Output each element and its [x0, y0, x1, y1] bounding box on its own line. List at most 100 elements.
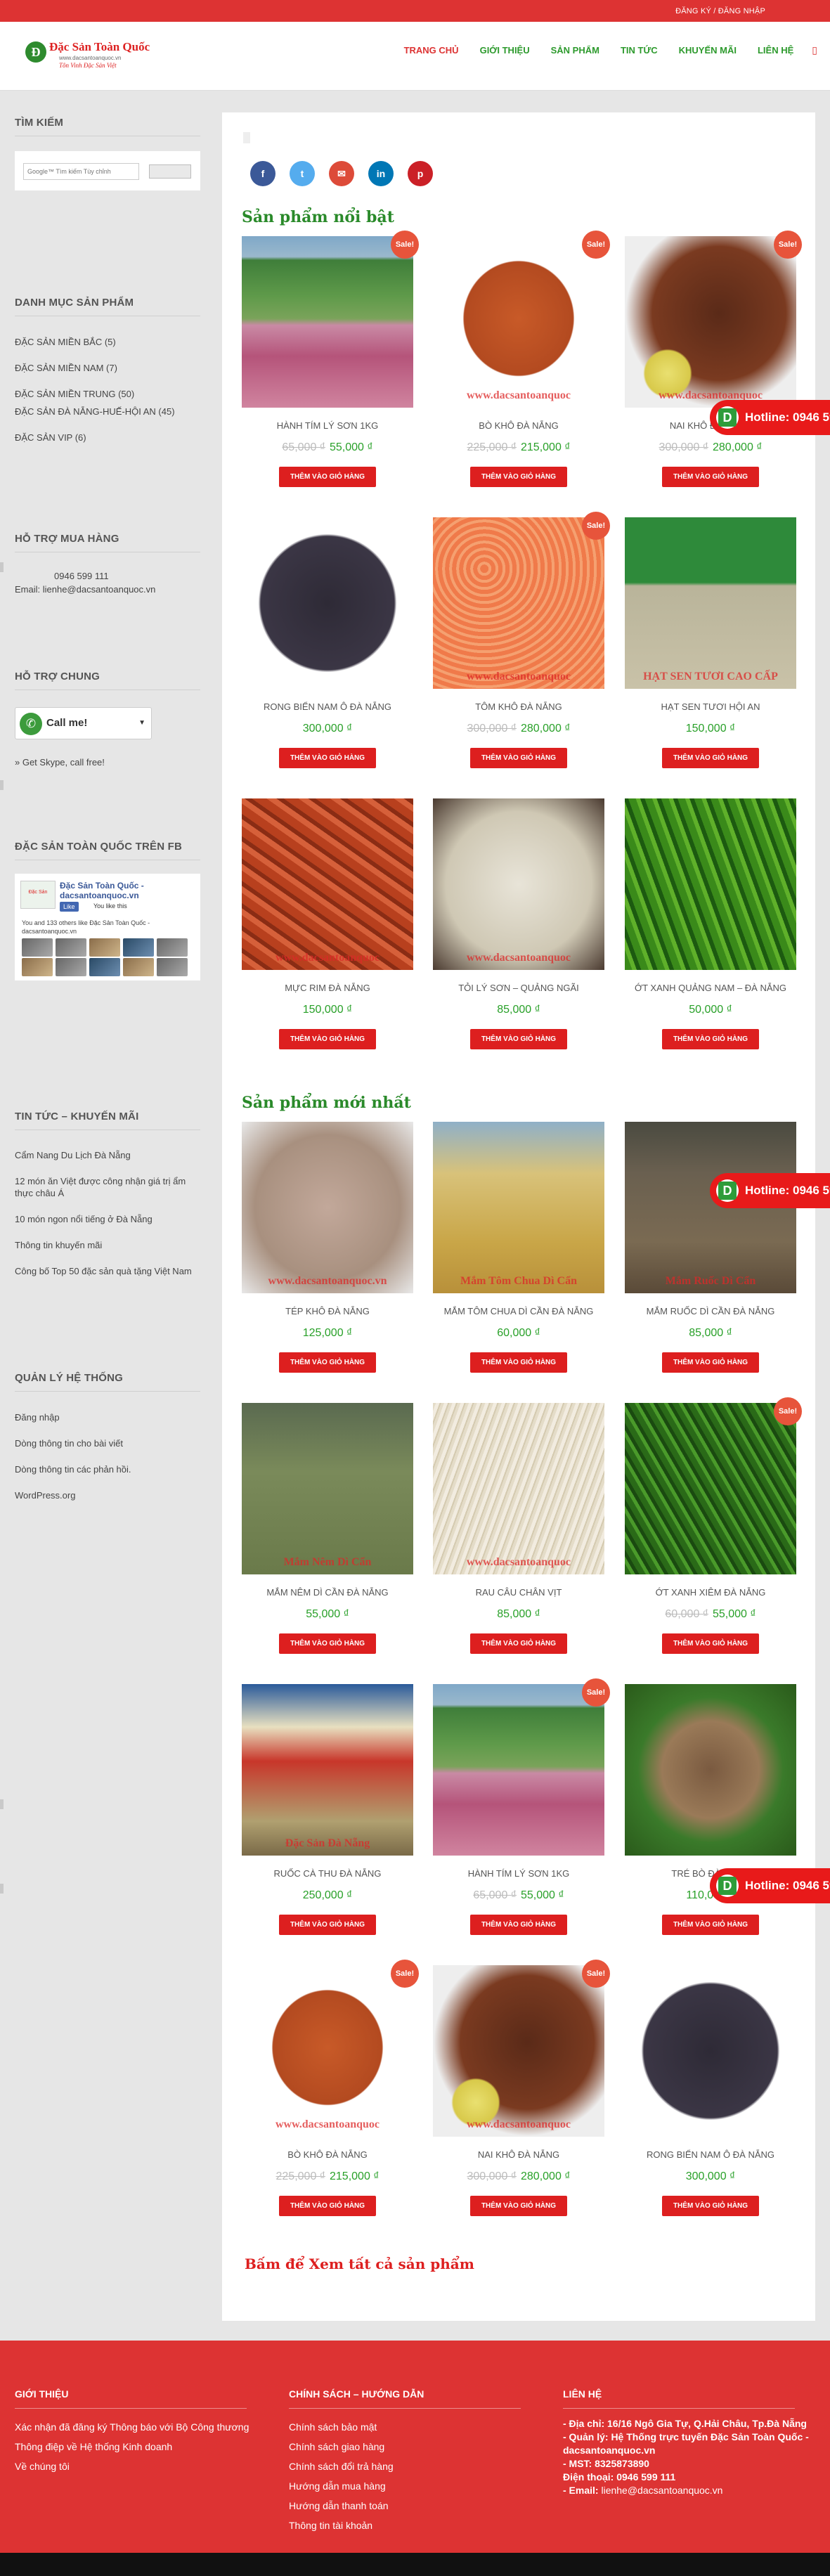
admin-item[interactable]: Đăng nhập [15, 1411, 200, 1423]
product-image[interactable] [625, 798, 796, 970]
nav-promotions[interactable]: KHUYẾN MÃI [679, 45, 737, 56]
product-image[interactable]: HẠT SEN TƯƠI CAO CẤP [625, 517, 796, 689]
fan-avatar[interactable] [89, 958, 120, 976]
product-name[interactable]: HÀNH TÍM LÝ SƠN 1KG [433, 1868, 604, 1879]
product-image[interactable]: Đặc Sản Đà Nẵng [242, 1684, 413, 1856]
nav-contact[interactable]: LIÊN HỆ [758, 45, 793, 56]
product-name[interactable]: HÀNH TÍM LÝ SƠN 1KG [242, 420, 413, 431]
search-input[interactable] [23, 163, 139, 180]
product-image[interactable]: www.dacsantoanquoc [433, 236, 604, 408]
product-name[interactable]: MẮM NÊM DÌ CẦN ĐÀ NẴNG [242, 1587, 413, 1598]
view-all-link[interactable]: Bấm để Xem tất cả sản phẩm [245, 2255, 474, 2272]
product-name[interactable]: NAI KHÔ ĐÀ NẴNG [433, 2149, 604, 2160]
category-item[interactable]: ĐẶC SẢN MIỀN NAM (7) [15, 362, 200, 374]
fan-avatar[interactable] [123, 958, 154, 976]
account-link[interactable]: ĐĂNG KÝ / ĐĂNG NHẬP [675, 7, 765, 15]
product-name[interactable]: RUỐC CÀ THU ĐÀ NẴNG [242, 1868, 413, 1879]
site-logo[interactable]: Đ Đặc Sản Toàn Quốc www.dacsantoanquoc.v… [25, 37, 152, 79]
add-to-cart-button[interactable]: THÊM VÀO GIỎ HÀNG [470, 1633, 567, 1654]
product-name[interactable]: RONG BIỂN NAM Ô ĐÀ NẴNG [625, 2149, 796, 2160]
skype-call-button[interactable]: ✆ Call me! ▼ [15, 707, 152, 739]
add-to-cart-button[interactable]: THÊM VÀO GIỎ HÀNG [470, 748, 567, 768]
footer-link[interactable]: Chính sách giao hàng [289, 2437, 556, 2457]
support-email[interactable]: Email: lienhe@dacsantoanquoc.vn [15, 583, 155, 596]
product-name[interactable]: BÒ KHÔ ĐÀ NẴNG [433, 420, 604, 431]
news-item[interactable]: 10 món ngon nổi tiếng ở Đà Nẵng [15, 1213, 200, 1225]
fan-avatar[interactable] [157, 938, 188, 957]
product-image[interactable]: www.dacsantoanquoc [433, 1403, 604, 1574]
category-item[interactable]: ĐẶC SẢN MIỀN BẮC (5) [15, 336, 200, 348]
admin-item[interactable]: Dòng thông tin các phản hồi. [15, 1463, 200, 1475]
add-to-cart-button[interactable]: THÊM VÀO GIỎ HÀNG [279, 1633, 376, 1654]
product-image[interactable] [625, 1684, 796, 1856]
hotline-float[interactable]: D Hotline: 0946 599 111 [710, 1173, 830, 1208]
facebook-like-button[interactable]: Like [60, 902, 79, 912]
add-to-cart-button[interactable]: THÊM VÀO GIỎ HÀNG [279, 467, 376, 487]
fan-avatar[interactable] [56, 958, 86, 976]
cart-icon[interactable]: ▯ [812, 44, 817, 56]
add-to-cart-button[interactable]: THÊM VÀO GIỎ HÀNG [470, 2196, 567, 2216]
fan-avatar[interactable] [56, 938, 86, 957]
product-name[interactable]: HẠT SEN TƯƠI HỘI AN [625, 701, 796, 712]
category-item[interactable]: ĐẶC SẢN VIP (6) [15, 432, 200, 444]
product-name[interactable]: MỰC RIM ĐÀ NẴNG [242, 983, 413, 993]
product-name[interactable]: BÒ KHÔ ĐÀ NẴNG [242, 2149, 413, 2160]
add-to-cart-button[interactable]: THÊM VÀO GIỎ HÀNG [662, 1352, 759, 1373]
add-to-cart-button[interactable]: THÊM VÀO GIỎ HÀNG [279, 1029, 376, 1049]
nav-news[interactable]: TIN TỨC [621, 45, 658, 56]
hotline-float[interactable]: D Hotline: 0946 599 111 [710, 400, 830, 435]
footer-link[interactable]: Xác nhận đã đăng ký Thông báo với Bộ Côn… [15, 2417, 282, 2437]
footer-link[interactable]: Về chúng tôi [15, 2457, 282, 2476]
footer-link[interactable]: Chính sách bảo mật [289, 2417, 556, 2437]
product-name[interactable]: TÔM KHÔ ĐÀ NẴNG [433, 701, 604, 712]
footer-link[interactable]: Thông điệp về Hệ thống Kinh doanh [15, 2437, 282, 2457]
footer-link[interactable]: Hướng dẫn mua hàng [289, 2476, 556, 2496]
facebook-icon[interactable]: f [250, 161, 275, 186]
add-to-cart-button[interactable]: THÊM VÀO GIỎ HÀNG [662, 1029, 759, 1049]
news-item[interactable]: Thông tin khuyến mãi [15, 1239, 200, 1251]
product-image[interactable]: Mắm Nêm Dì Cẩn [242, 1403, 413, 1574]
skype-link[interactable]: » Get Skype, call free! [15, 756, 105, 769]
fan-avatar[interactable] [157, 958, 188, 976]
fan-avatar[interactable] [22, 958, 53, 976]
product-image[interactable] [625, 1403, 796, 1574]
news-item[interactable]: 12 món ăn Việt được công nhận giá trị ẩm… [15, 1175, 200, 1199]
nav-products[interactable]: SẢN PHẨM [551, 45, 599, 56]
product-image[interactable]: www.dacsantoanquoc [433, 517, 604, 689]
product-name[interactable]: MẮM TÔM CHUA DÌ CẦN ĐÀ NẴNG [433, 1306, 604, 1316]
news-item[interactable]: Công bố Top 50 đặc sản quà tặng Việt Nam [15, 1265, 200, 1277]
add-to-cart-button[interactable]: THÊM VÀO GIỎ HÀNG [470, 1029, 567, 1049]
product-image[interactable]: www.dacsantoanquoc.vn [242, 1122, 413, 1293]
product-name[interactable]: ỚT XANH QUẢNG NAM – ĐÀ NẴNG [625, 983, 796, 993]
footer-link[interactable]: Thông tin tài khoản [289, 2516, 556, 2535]
add-to-cart-button[interactable]: THÊM VÀO GIỎ HÀNG [662, 748, 759, 768]
nav-home[interactable]: TRANG CHỦ [404, 45, 459, 56]
pinterest-icon[interactable]: p [408, 161, 433, 186]
product-image[interactable] [625, 1965, 796, 2137]
product-image[interactable] [433, 1684, 604, 1856]
facebook-page-name[interactable]: Đặc Sản Toàn Quốc - dacsantoanquoc.vn [60, 881, 200, 900]
product-name[interactable]: RONG BIỂN NAM Ô ĐÀ NẴNG [242, 701, 413, 712]
add-to-cart-button[interactable]: THÊM VÀO GIỎ HÀNG [662, 1915, 759, 1935]
add-to-cart-button[interactable]: THÊM VÀO GIỎ HÀNG [470, 467, 567, 487]
add-to-cart-button[interactable]: THÊM VÀO GIỎ HÀNG [662, 2196, 759, 2216]
product-name[interactable]: ỚT XANH XIÊM ĐÀ NẴNG [625, 1587, 796, 1598]
fan-avatar[interactable] [22, 938, 53, 957]
fan-avatar[interactable] [123, 938, 154, 957]
add-to-cart-button[interactable]: THÊM VÀO GIỎ HÀNG [279, 1915, 376, 1935]
add-to-cart-button[interactable]: THÊM VÀO GIỎ HÀNG [470, 1915, 567, 1935]
product-image[interactable]: www.dacsantoanquoc [433, 1965, 604, 2137]
twitter-icon[interactable]: t [290, 161, 315, 186]
add-to-cart-button[interactable]: THÊM VÀO GIỎ HÀNG [662, 1633, 759, 1654]
hotline-float[interactable]: D Hotline: 0946 599 111 [710, 1868, 830, 1903]
category-item[interactable]: ĐẶC SẢN MIỀN TRUNG (50) [15, 388, 200, 400]
add-to-cart-button[interactable]: THÊM VÀO GIỎ HÀNG [279, 1352, 376, 1373]
product-image[interactable] [242, 517, 413, 689]
product-image[interactable]: Mắm Tôm Chua Dì Cẩn [433, 1122, 604, 1293]
admin-item[interactable]: Dòng thông tin cho bài viết [15, 1437, 200, 1449]
product-image[interactable]: www.dacsantoanquoc [242, 798, 413, 970]
contact-email-value[interactable]: lienhe@dacsantoanquoc.vn [601, 2485, 722, 2496]
add-to-cart-button[interactable]: THÊM VÀO GIỎ HÀNG [279, 748, 376, 768]
search-button[interactable] [149, 164, 191, 179]
product-image[interactable] [242, 236, 413, 408]
